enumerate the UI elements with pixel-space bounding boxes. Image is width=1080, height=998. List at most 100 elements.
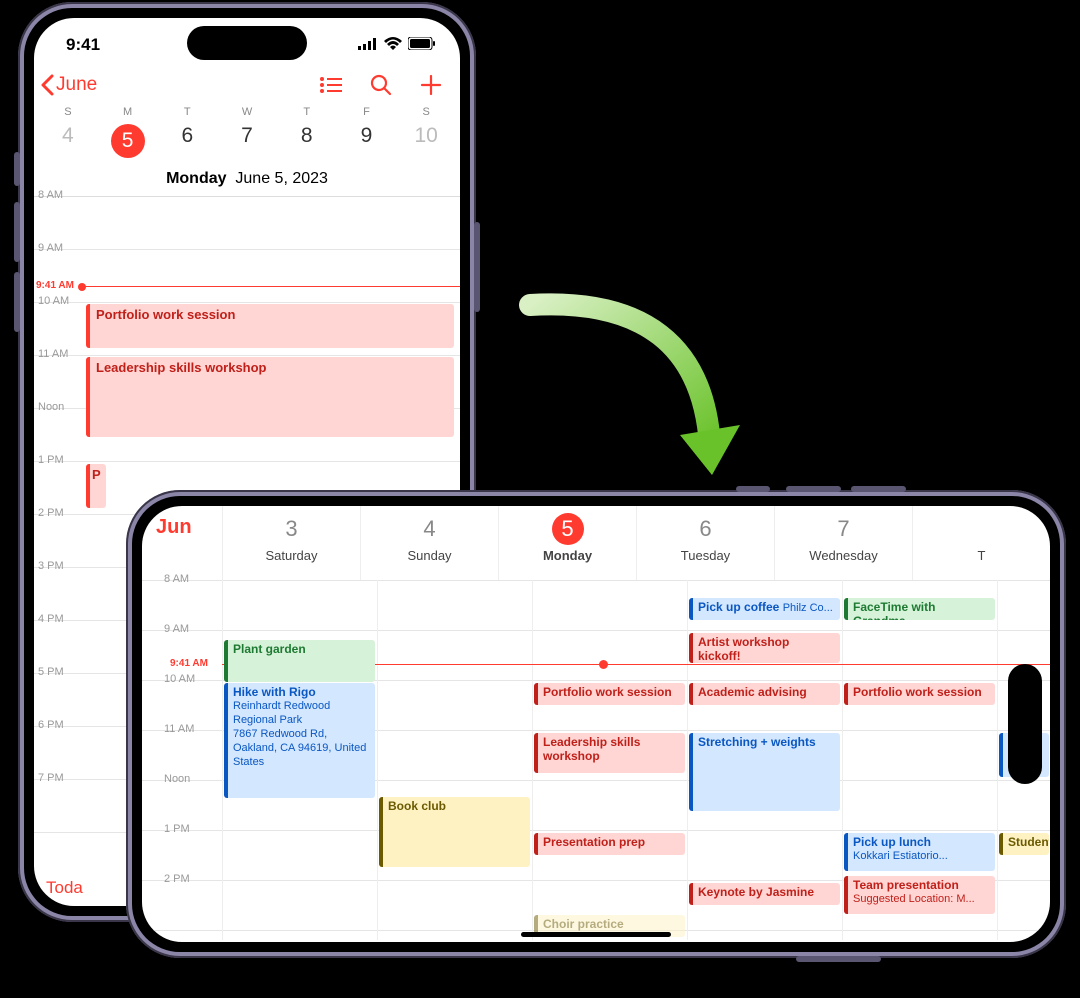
weekday-letter: T: [277, 106, 337, 118]
hour-label: 2 PM: [164, 873, 190, 885]
weekday-letter: W: [217, 106, 277, 118]
search-icon: [370, 74, 392, 96]
hour-label: Noon: [164, 773, 190, 785]
back-label: June: [56, 74, 97, 96]
hour-label: 8 AM: [38, 189, 63, 201]
column-divider: [842, 580, 843, 940]
hour-row: 1 PM: [142, 830, 1050, 831]
weekday-letter: T: [157, 106, 217, 118]
dynamic-island: [187, 26, 307, 60]
day-cell[interactable]: 8: [277, 120, 337, 162]
search-button[interactable]: [366, 70, 396, 100]
volume-down-button: [14, 272, 20, 332]
calendar-event[interactable]: Book club: [379, 797, 530, 867]
hour-label: 7 PM: [38, 772, 64, 784]
calendar-event[interactable]: Portfolio work session: [86, 304, 454, 348]
calendar-event[interactable]: Leadership skills workshop: [534, 733, 685, 773]
current-time-label: 9:41 AM: [170, 658, 208, 669]
week-grid[interactable]: 8 AM9 AM10 AM11 AMNoon1 PM2 PM9:41 AMPla…: [142, 580, 1050, 940]
hour-label: 9 AM: [38, 242, 63, 254]
volume-up-button: [786, 486, 841, 492]
current-time-label: 9:41 AM: [36, 280, 74, 291]
column-divider: [222, 580, 223, 940]
hour-label: 3 PM: [38, 560, 64, 572]
rotation-arrow: [500, 275, 780, 515]
week-day-column-header[interactable]: 6Tuesday: [636, 506, 774, 580]
hour-label: 10 AM: [164, 673, 195, 685]
hour-label: 4 PM: [38, 613, 64, 625]
day-cell[interactable]: 10: [396, 120, 456, 162]
hour-label: 10 AM: [38, 295, 69, 307]
status-time: 9:41: [66, 35, 100, 55]
column-divider: [687, 580, 688, 940]
back-button[interactable]: June: [40, 74, 97, 96]
wifi-icon: [384, 35, 402, 55]
home-indicator[interactable]: [521, 932, 671, 937]
column-divider: [377, 580, 378, 940]
hour-label: 1 PM: [38, 454, 64, 466]
calendar-event[interactable]: Keynote by Jasmine: [689, 883, 840, 905]
battery-icon: [408, 35, 436, 55]
week-day-row: 45678910: [34, 118, 460, 168]
day-cell[interactable]: 7: [217, 120, 277, 162]
week-day-column-header[interactable]: 4Sunday: [360, 506, 498, 580]
hour-row: 8 AM: [34, 197, 460, 250]
week-day-column-header[interactable]: 3Saturday: [222, 506, 360, 580]
weekday-letter: F: [337, 106, 397, 118]
day-cell[interactable]: 4: [38, 120, 98, 162]
mute-switch: [14, 152, 20, 186]
hour-label: 5 PM: [38, 666, 64, 678]
calendar-event[interactable]: Leadership skills workshop: [86, 357, 454, 437]
power-button: [474, 222, 480, 312]
hour-label: Noon: [38, 401, 64, 413]
volume-down-button: [851, 486, 906, 492]
calendar-event[interactable]: Student: [999, 833, 1049, 855]
dynamic-island: [1008, 664, 1042, 784]
list-view-button[interactable]: [316, 70, 346, 100]
calendar-event[interactable]: Team presentationSuggested Location: M..…: [844, 876, 995, 914]
list-icon: [320, 76, 342, 94]
calendar-event[interactable]: Portfolio work session: [534, 683, 685, 705]
add-event-button[interactable]: [416, 70, 446, 100]
week-day-column-header[interactable]: 7Wednesday: [774, 506, 912, 580]
power-button: [796, 956, 881, 962]
landscape-screen: Jun 3Saturday4Sunday5Monday6Tuesday7Wedn…: [142, 506, 1050, 942]
nav-bar: June: [34, 66, 460, 104]
hour-label: 8 AM: [164, 573, 189, 585]
month-label[interactable]: Jun: [142, 506, 222, 580]
week-day-column-header[interactable]: T: [912, 506, 1050, 580]
calendar-event[interactable]: Presentation prep: [534, 833, 685, 855]
week-header: Jun 3Saturday4Sunday5Monday6Tuesday7Wedn…: [142, 506, 1050, 580]
calendar-event[interactable]: Plant garden: [224, 640, 375, 682]
day-cell[interactable]: 9: [337, 120, 397, 162]
calendar-event[interactable]: Portfolio work session: [844, 683, 995, 705]
calendar-event[interactable]: Pick up coffee Philz Co...: [689, 598, 840, 620]
hour-row: 9 AM: [34, 250, 460, 303]
hour-label: 6 PM: [38, 719, 64, 731]
hour-label: 11 AM: [164, 723, 194, 735]
weekday-letter: S: [396, 106, 456, 118]
date-label: Monday June 5, 2023: [34, 168, 460, 196]
calendar-event[interactable]: P: [86, 464, 106, 508]
calendar-event[interactable]: Artist workshop kickoff!: [689, 633, 840, 663]
calendar-event[interactable]: Academic advising: [689, 683, 840, 705]
week-day-column-header[interactable]: 5Monday: [498, 506, 636, 580]
calendar-event[interactable]: FaceTime with Grandma: [844, 598, 995, 620]
hour-label: 1 PM: [164, 823, 190, 835]
volume-up-button: [14, 202, 20, 262]
weekday-letter: S: [38, 106, 98, 118]
current-time-line: [82, 286, 460, 287]
calendar-event[interactable]: Pick up lunchKokkari Estiatorio...: [844, 833, 995, 871]
mute-switch: [736, 486, 770, 492]
chevron-left-icon: [40, 74, 54, 96]
column-divider: [532, 580, 533, 940]
calendar-event[interactable]: Hike with RigoReinhardt Redwood Regional…: [224, 683, 375, 798]
plus-icon: [420, 74, 442, 96]
weekday-letter: M: [98, 106, 158, 118]
hour-row: 9 AM: [142, 630, 1050, 631]
today-button[interactable]: Toda: [46, 878, 83, 898]
day-cell[interactable]: 6: [157, 120, 217, 162]
day-cell[interactable]: 5: [98, 120, 158, 162]
hour-label: 2 PM: [38, 507, 64, 519]
calendar-event[interactable]: Stretching + weights: [689, 733, 840, 811]
